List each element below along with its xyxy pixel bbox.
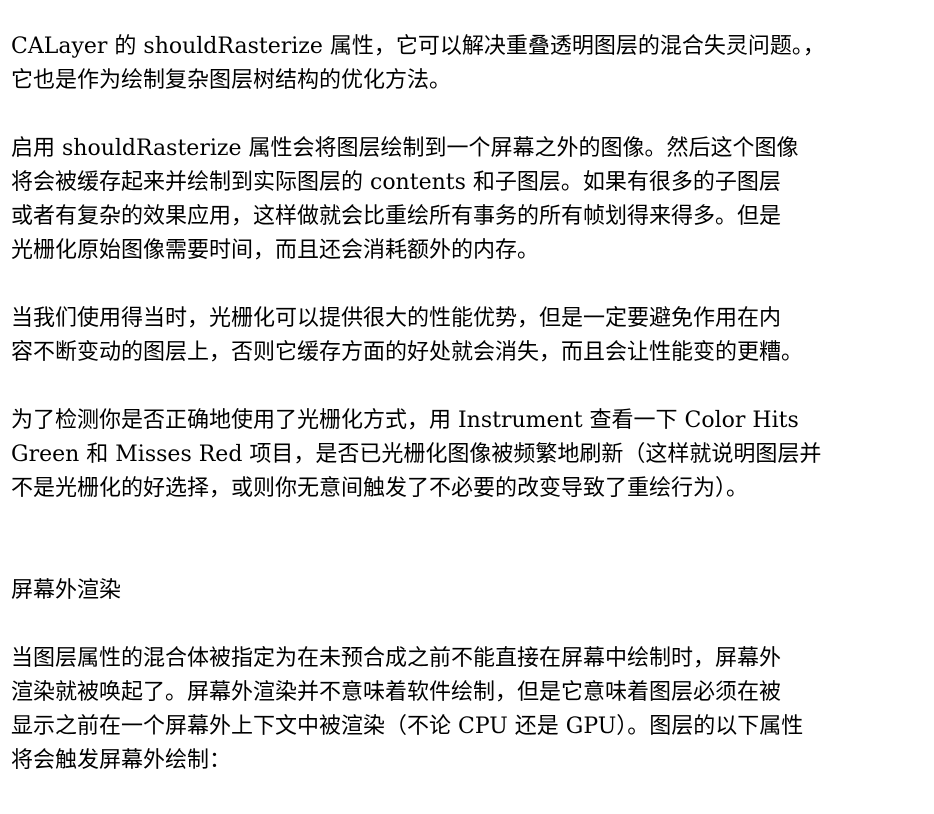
text-line: 启用 shouldRasterize 属性会将图层绘制到一个屏幕之外的图像。然后… — [11, 136, 799, 161]
text-line: 或者有复杂的效果应用，这样做就会比重绘所有事务的所有帧划得来得多。但是 — [11, 204, 782, 229]
section-heading-offscreen-rendering: 屏幕外渲染 — [11, 574, 923, 608]
paragraph-shouldrasterize-usage: 启用 shouldRasterize 属性会将图层绘制到一个屏幕之外的图像。然后… — [11, 132, 923, 268]
text-line: 不是光栅化的好选择，或则你无意间触发了不必要的改变导致了重绘行为）。 — [11, 476, 749, 501]
text-line: 将会被缓存起来并绘制到实际图层的 contents 和子图层。如果有很多的子图层 — [11, 170, 781, 195]
text-line: Green 和 Misses Red 项目，是否已光栅化图像被频繁地刷新（这样就… — [11, 442, 822, 467]
paragraph-instrument-check: 为了检测你是否正确地使用了光栅化方式，用 Instrument 查看一下 Col… — [11, 404, 923, 506]
paragraph-offscreen-rendering: 当图层属性的混合体被指定为在未预合成之前不能直接在屏幕中绘制时，屏幕外 渲染就被… — [11, 642, 923, 778]
paragraph-rasterization-advantages: 当我们使用得当时，光栅化可以提供很大的性能优势，但是一定要避免作用在内 容不断变… — [11, 302, 923, 370]
text-line: 当图层属性的混合体被指定为在未预合成之前不能直接在屏幕中绘制时，屏幕外 — [11, 646, 782, 671]
section-heading: 屏幕外渲染 — [11, 578, 122, 603]
text-line: 为了检测你是否正确地使用了光栅化方式，用 Instrument 查看一下 Col… — [11, 408, 799, 433]
text-line: 容不断变动的图层上，否则它缓存方面的好处就会消失，而且会让性能变的更糟。 — [11, 340, 804, 365]
text-line: 它也是作为绘制复杂图层树结构的优化方法。 — [11, 68, 452, 93]
text-line: 当我们使用得当时，光栅化可以提供很大的性能优势，但是一定要避免作用在内 — [11, 306, 782, 331]
text-line: 渲染就被唤起了。屏幕外渲染并不意味着软件绘制，但是它意味着图层必须在被 — [11, 680, 782, 705]
text-line: 将会触发屏幕外绘制： — [11, 748, 232, 773]
text-line: 显示之前在一个屏幕外上下文中被渲染（不论 CPU 还是 GPU）。图层的以下属性 — [11, 714, 804, 739]
paragraph-shouldrasterize-intro: CALayer 的 shouldRasterize 属性，它可以解决重叠透明图层… — [11, 30, 923, 98]
text-line: 光栅化原始图像需要时间，而且还会消耗额外的内存。 — [11, 238, 540, 263]
document-page: CALayer 的 shouldRasterize 属性，它可以解决重叠透明图层… — [11, 30, 923, 778]
text-line: CALayer 的 shouldRasterize 属性，它可以解决重叠透明图层… — [11, 34, 825, 59]
